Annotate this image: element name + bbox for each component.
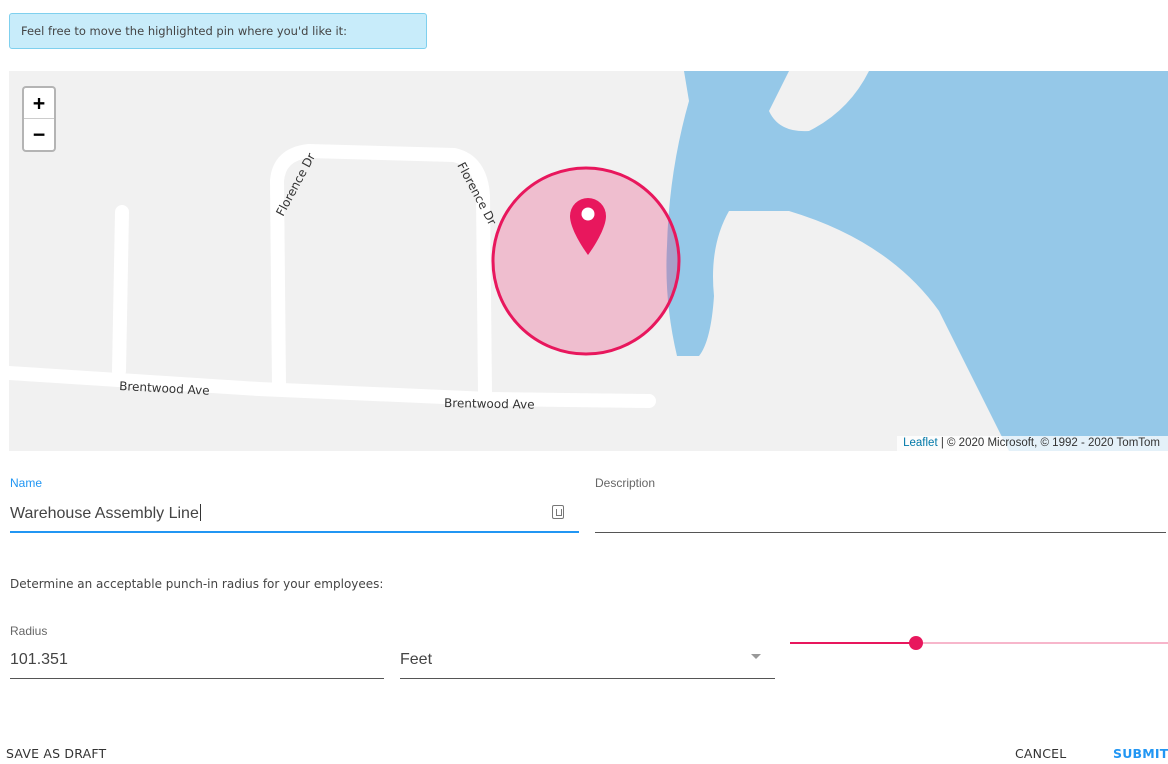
description-label: Description (595, 476, 656, 490)
road-brentwood (9, 366, 656, 408)
instruction-banner: Feel free to move the highlighted pin wh… (9, 13, 427, 49)
save-as-draft-button[interactable]: SAVE AS DRAFT (6, 746, 106, 761)
water-body (666, 71, 1168, 451)
autofill-icon[interactable] (552, 505, 564, 519)
zoom-control: + − (22, 86, 56, 152)
cancel-button[interactable]: CANCEL (1015, 746, 1066, 761)
radius-label: Radius (10, 624, 48, 638)
attribution-text: | © 2020 Microsoft, © 1992 - 2020 TomTom (937, 437, 1160, 449)
punch-in-radius-circle (491, 166, 681, 356)
street-label-brentwood-right: Brentwood Ave (444, 396, 535, 412)
zoom-out-button[interactable]: − (24, 118, 54, 149)
radius-value: 101.351 (10, 651, 68, 668)
radius-prompt: Determine an acceptable punch-in radius … (10, 577, 384, 591)
map-view[interactable]: Brentwood Ave Brentwood Ave Florence Dr … (9, 71, 1168, 451)
name-label: Name (10, 476, 43, 490)
map-attribution: Leaflet | © 2020 Microsoft, © 1992 - 202… (897, 436, 1168, 451)
name-value: Warehouse Assembly Line (10, 505, 199, 522)
radius-slider-filled[interactable] (790, 642, 916, 644)
instruction-text: Feel free to move the highlighted pin wh… (21, 24, 348, 38)
zoom-in-button[interactable]: + (24, 88, 54, 118)
road-florence (270, 144, 492, 400)
road-left-stub (112, 205, 129, 378)
unit-value: Feet (400, 651, 433, 668)
radius-slider-thumb[interactable] (909, 636, 923, 650)
name-input[interactable]: Warehouse Assembly Line (10, 502, 579, 533)
unit-select[interactable]: Feet (400, 648, 775, 679)
leaflet-link[interactable]: Leaflet (903, 437, 938, 449)
chevron-down-icon[interactable] (751, 654, 761, 659)
description-input[interactable] (595, 502, 1166, 533)
radius-slider-track[interactable] (916, 642, 1168, 644)
map-canvas[interactable]: Brentwood Ave Brentwood Ave Florence Dr … (9, 71, 1168, 451)
radius-input[interactable]: 101.351 (10, 648, 384, 679)
text-caret (199, 504, 201, 521)
submit-button[interactable]: SUBMIT (1113, 746, 1168, 761)
